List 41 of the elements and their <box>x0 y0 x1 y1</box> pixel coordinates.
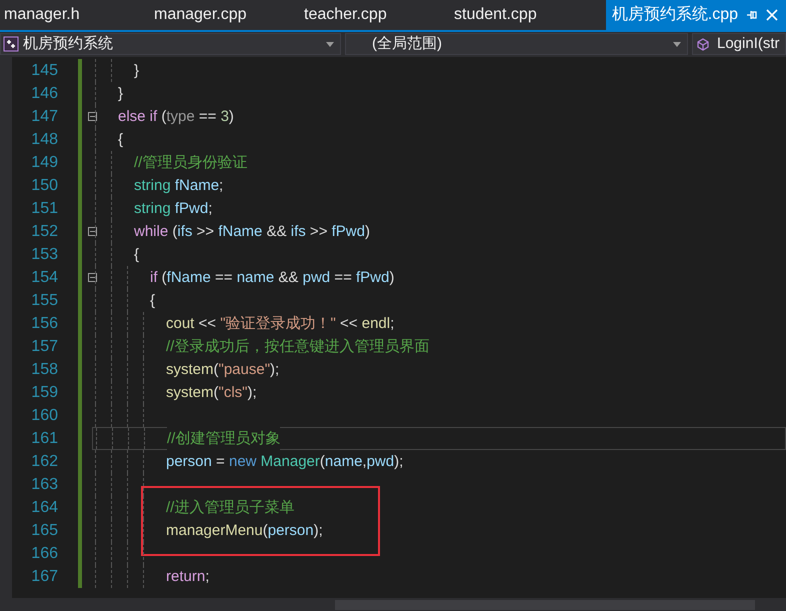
line-number: 149 <box>30 153 58 173</box>
file-tab[interactable]: 机房预约系统.cpp <box>606 0 786 30</box>
line-number: 167 <box>30 567 58 587</box>
line-number: 152 <box>30 222 58 242</box>
project-icon <box>3 36 19 52</box>
line-number: 148 <box>30 130 58 150</box>
line-number: 164 <box>30 498 58 518</box>
line-number: 163 <box>30 475 58 495</box>
collapse-icon[interactable] <box>88 227 96 236</box>
line-number: 156 <box>30 314 58 334</box>
line-number: 146 <box>30 84 58 104</box>
line-number: 153 <box>30 245 58 265</box>
line-number: 161 <box>30 429 58 449</box>
line-number: 166 <box>30 544 58 564</box>
line-number: 160 <box>30 406 58 426</box>
file-tab[interactable]: student.cpp <box>450 0 600 30</box>
scope-dropdown[interactable]: (全局范围) <box>345 33 688 55</box>
pin-icon[interactable] <box>746 9 758 21</box>
member-dropdown[interactable]: LoginI(str <box>692 33 786 55</box>
file-tab[interactable]: teacher.cpp <box>300 0 450 30</box>
file-tab[interactable]: manager.cpp <box>150 0 300 30</box>
line-number: 158 <box>30 360 58 380</box>
collapse-icon[interactable] <box>88 273 96 282</box>
line-number: 159 <box>30 383 58 403</box>
collapse-icon[interactable] <box>88 112 96 121</box>
line-number: 147 <box>30 107 58 127</box>
line-number: 151 <box>30 199 58 219</box>
file-tab[interactable]: manager.h <box>0 0 150 30</box>
line-number: 150 <box>30 176 58 196</box>
line-number: 157 <box>30 337 58 357</box>
line-number: 162 <box>30 452 58 472</box>
horizontal-scrollbar[interactable] <box>335 600 755 610</box>
line-number: 155 <box>30 291 58 311</box>
dropdown-arrow-icon <box>673 42 681 46</box>
dropdown-arrow-icon <box>326 42 334 46</box>
close-icon[interactable] <box>766 9 778 21</box>
project-dropdown[interactable]: 机房预约系统 <box>0 33 341 55</box>
line-number: 165 <box>30 521 58 541</box>
cube-icon <box>697 38 709 50</box>
line-number: 145 <box>30 61 58 81</box>
line-number: 154 <box>30 268 58 288</box>
